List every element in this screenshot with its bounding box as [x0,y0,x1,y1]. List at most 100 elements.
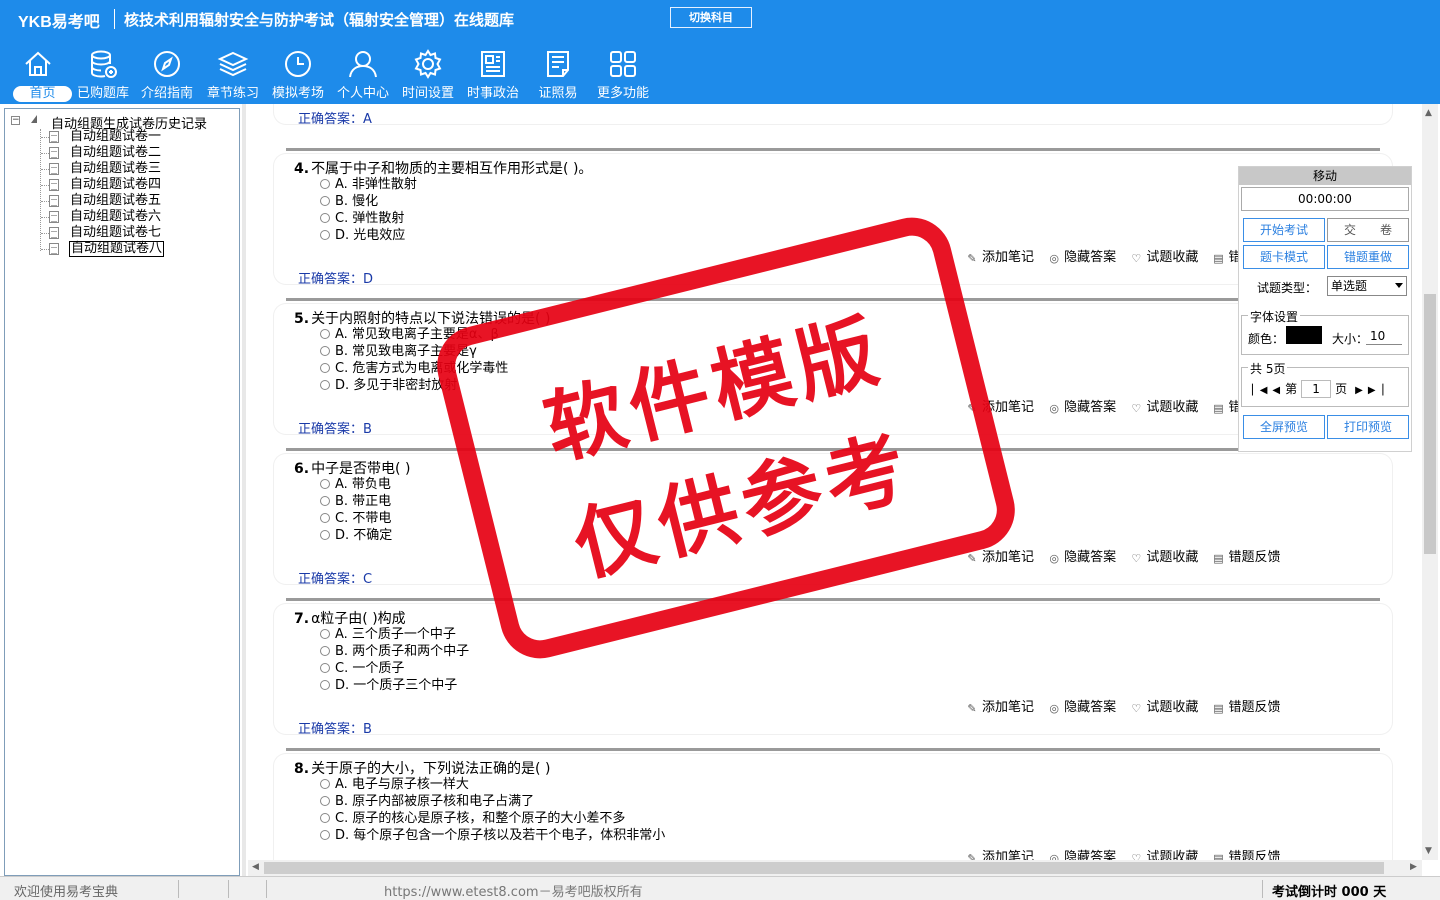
scroll-thumb[interactable] [1424,294,1436,554]
option-a[interactable]: A. 非弹性散射 [320,176,417,193]
last-page-icon[interactable]: ▶▕ [1368,385,1383,396]
gear-icon [414,49,442,79]
radio-button[interactable] [320,329,330,339]
tree-item-paper-6[interactable]: 自动组题试卷六 [41,209,231,225]
option-d[interactable]: D. 多见于非密封放射 [320,377,457,394]
prev-page-icon[interactable]: ◀ [1272,385,1280,396]
print-preview-button[interactable]: 打印预览 [1327,415,1409,439]
scroll-left-icon[interactable]: ◀ [252,862,259,872]
tree-item-paper-4[interactable]: 自动组题试卷四 [41,177,231,193]
favorite-button[interactable]: ♡ 试题收藏 [1130,550,1198,565]
radio-button[interactable] [320,346,330,356]
tree-item-paper-8[interactable]: 自动组题试卷八 [41,241,231,257]
nav-personal-center[interactable]: 个人中心 [330,44,396,104]
add-note-button[interactable]: ✎ 添加笔记 [966,700,1034,715]
option-c[interactable]: C. 弹性散射 [320,210,404,227]
nav-guide[interactable]: 介绍指南 [134,44,200,104]
report-error-button[interactable]: ▤ 错题反馈 [1212,700,1280,715]
option-b[interactable]: B. 慢化 [320,193,378,210]
favorite-button[interactable]: ♡ 试题收藏 [1130,250,1198,265]
radio-button[interactable] [320,530,330,540]
radio-button[interactable] [320,663,330,673]
radio-button[interactable] [320,813,330,823]
collapse-toggle-icon[interactable]: − [11,116,20,125]
radio-button[interactable] [320,779,330,789]
option-c[interactable]: C. 原子的核心是原子核，和整个原子的大小差不多 [320,810,625,827]
option-c[interactable]: C. 不带电 [320,510,391,527]
fullscreen-preview-button[interactable]: 全屏预览 [1243,415,1325,439]
hide-answer-button[interactable]: ◎ 隐藏答案 [1048,550,1116,565]
tree-item-paper-2[interactable]: 自动组题试卷二 [41,145,231,161]
hide-answer-button[interactable]: ◎ 隐藏答案 [1048,850,1116,860]
radio-button[interactable] [320,629,330,639]
option-c[interactable]: C. 一个质子 [320,660,404,677]
add-note-button[interactable]: ✎ 添加笔记 [966,850,1034,860]
favorite-button[interactable]: ♡ 试题收藏 [1130,700,1198,715]
scroll-right-icon[interactable]: ▶ [1410,862,1417,872]
font-size-input[interactable]: 10 [1366,327,1402,345]
scroll-down-icon[interactable]: ▼ [1425,846,1432,856]
radio-button[interactable] [320,513,330,523]
page-number-input[interactable]: 1 [1301,380,1332,398]
redo-wrong-button[interactable]: 错题重做 [1327,245,1409,269]
panel-splitter[interactable] [242,104,246,876]
radio-button[interactable] [320,230,330,240]
scroll-thumb[interactable] [264,862,1384,874]
start-exam-button[interactable]: 开始考试 [1243,218,1325,242]
switch-subject-button[interactable]: 切换科目 [670,7,752,28]
tree-item-paper-3[interactable]: 自动组题试卷三 [41,161,231,177]
first-page-icon[interactable]: ▏◀ [1252,385,1267,396]
report-error-button[interactable]: ▤ 错题反馈 [1212,850,1280,860]
tree-item-paper-7[interactable]: 自动组题试卷七 [41,225,231,241]
radio-button[interactable] [320,363,330,373]
tree-root[interactable]: − 自动组题生成试卷历史记录 [11,113,231,132]
option-a[interactable]: A. 三个质子一个中子 [320,626,456,643]
report-error-button[interactable]: ▤ 错题反馈 [1212,550,1280,565]
option-b[interactable]: B. 带正电 [320,493,391,510]
tree-item-paper-5[interactable]: 自动组题试卷五 [41,193,231,209]
radio-button[interactable] [320,496,330,506]
nav-current-affairs[interactable]: 时事政治 [460,44,526,104]
nav-more-features[interactable]: 更多功能 [590,44,656,104]
next-page-icon[interactable]: ▶ [1355,385,1363,396]
hide-answer-button[interactable]: ◎ 隐藏答案 [1048,250,1116,265]
nav-purchased[interactable]: 已购题库 [70,44,136,104]
favorite-button[interactable]: ♡ 试题收藏 [1130,850,1198,860]
radio-button[interactable] [320,479,330,489]
nav-chapter-practice[interactable]: 章节练习 [200,44,266,104]
option-d[interactable]: D. 不确定 [320,527,392,544]
nav-time-settings[interactable]: 时间设置 [395,44,461,104]
nav-home[interactable]: 首页 [5,44,72,104]
nav-certificate[interactable]: 证照易 [525,44,591,104]
radio-button[interactable] [320,796,330,806]
card-mode-button[interactable]: 题卡模式 [1243,245,1325,269]
question-type-select[interactable]: 单选题 [1327,276,1407,296]
radio-button[interactable] [320,196,330,206]
font-color-swatch[interactable] [1286,326,1322,344]
option-b[interactable]: B. 两个质子和两个中子 [320,643,469,660]
option-b[interactable]: B. 原子内部被原子核和电子占满了 [320,793,534,810]
radio-button[interactable] [320,646,330,656]
panel-move-handle[interactable]: 移动 [1239,167,1411,185]
option-d[interactable]: D. 一个质子三个中子 [320,677,457,694]
favorite-button[interactable]: ♡ 试题收藏 [1130,400,1198,415]
radio-button[interactable] [320,680,330,690]
scroll-up-icon[interactable]: ▲ [1425,108,1432,118]
radio-button[interactable] [320,830,330,840]
tree-item-paper-1[interactable]: 自动组题试卷一 [41,129,231,145]
radio-button[interactable] [320,179,330,189]
add-note-button[interactable]: ✎ 添加笔记 [966,250,1034,265]
radio-button[interactable] [320,380,330,390]
option-d[interactable]: D. 每个原子包含一个原子核以及若干个电子，体积非常小 [320,827,665,844]
option-a[interactable]: A. 电子与原子核一样大 [320,776,469,793]
vertical-scrollbar[interactable]: ▲ ▼ [1422,104,1438,860]
hide-answer-button[interactable]: ◎ 隐藏答案 [1048,700,1116,715]
horizontal-scrollbar[interactable]: ◀ ▶ [248,860,1422,876]
radio-button[interactable] [320,213,330,223]
hide-answer-button[interactable]: ◎ 隐藏答案 [1048,400,1116,415]
add-note-button[interactable]: ✎ 添加笔记 [966,550,1034,565]
option-a[interactable]: A. 带负电 [320,476,391,493]
nav-mock-exam[interactable]: 模拟考场 [265,44,331,104]
submit-paper-button[interactable]: 交 卷 [1327,218,1409,242]
option-d[interactable]: D. 光电效应 [320,227,405,244]
